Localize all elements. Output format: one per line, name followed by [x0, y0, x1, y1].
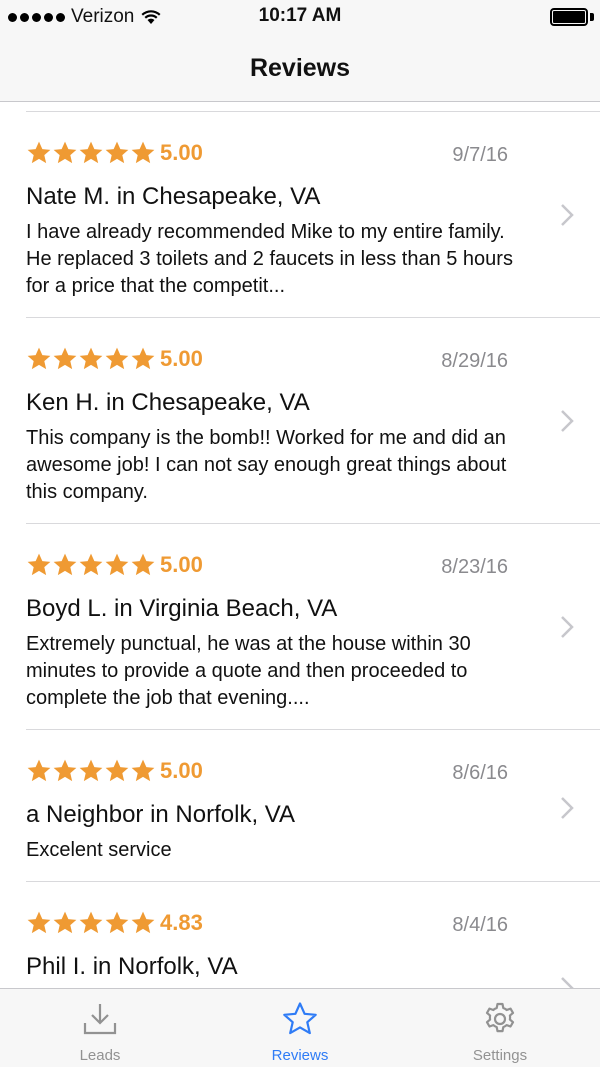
chevron-right-icon	[561, 977, 574, 988]
battery-icon	[550, 8, 588, 26]
star-filled-icon	[79, 347, 103, 370]
star-filled-icon	[53, 347, 77, 370]
rating: 4.83	[26, 910, 203, 936]
review-date: 8/23/16	[441, 556, 508, 578]
star-outline-icon	[283, 1002, 317, 1035]
reviewer-name: Boyd L. in Virginia Beach, VA	[26, 595, 338, 622]
star-rating	[26, 140, 156, 166]
star-rating	[26, 552, 156, 578]
chevron-right-icon	[561, 410, 574, 432]
star-rating	[26, 758, 156, 784]
star-filled-icon	[27, 759, 51, 782]
tab-leads[interactable]: Leads	[0, 989, 200, 1067]
star-filled-icon	[79, 141, 103, 164]
star-filled-icon	[105, 141, 129, 164]
tab-bar: Leads Reviews Settings	[0, 988, 600, 1067]
tab-label: Settings	[472, 1047, 528, 1064]
rating-score: 5.00	[160, 758, 203, 783]
reviewer-name: Nate M. in Chesapeake, VA	[26, 183, 321, 210]
star-filled-icon	[105, 759, 129, 782]
star-filled-icon	[79, 553, 103, 576]
rating-score: 4.83	[160, 910, 203, 935]
rating-score: 5.00	[160, 346, 203, 371]
star-filled-icon	[53, 141, 77, 164]
rating-score: 5.00	[160, 552, 203, 577]
review-date: 8/4/16	[452, 914, 508, 936]
review-row[interactable]: 5.00 9/7/16 Nate M. in Chesapeake, VA I …	[0, 112, 600, 318]
star-rating	[26, 346, 156, 372]
tab-settings[interactable]: Settings	[400, 989, 600, 1067]
star-filled-icon	[131, 759, 155, 782]
rating-score: 5.00	[160, 140, 203, 165]
chevron-right-icon	[561, 204, 574, 226]
rating: 5.00	[26, 552, 203, 578]
review-date: 9/7/16	[452, 144, 508, 166]
review-date: 8/29/16	[441, 350, 508, 372]
star-filled-icon	[79, 911, 103, 934]
star-rating	[26, 910, 156, 936]
rating: 5.00	[26, 346, 203, 372]
star-filled-icon	[105, 911, 129, 934]
navigation-bar: Reviews	[0, 34, 600, 102]
rating: 5.00	[26, 140, 203, 166]
gear-icon	[485, 1002, 515, 1033]
review-row[interactable]: 5.00 8/29/16 Ken H. in Chesapeake, VA Th…	[0, 318, 600, 524]
reviewer-name: a Neighbor in Norfolk, VA	[26, 801, 296, 828]
chevron-right-icon	[561, 616, 574, 638]
star-filled-icon	[27, 911, 51, 934]
reviewer-name: Ken H. in Chesapeake, VA	[26, 389, 310, 416]
review-row[interactable]: 5.00 8/23/16 Boyd L. in Virginia Beach, …	[0, 524, 600, 730]
tab-label: Reviews	[271, 1047, 329, 1064]
status-time: 10:17 AM	[258, 5, 342, 26]
star-filled-icon	[131, 553, 155, 576]
review-text: I have already recommended Mike to my en…	[26, 221, 513, 297]
chevron-right-icon	[561, 797, 574, 819]
tab-label: Leads	[79, 1047, 121, 1064]
status-bar: Verizon 10:17 AM	[0, 0, 600, 34]
star-filled-icon	[105, 553, 129, 576]
tab-reviews[interactable]: Reviews	[200, 989, 400, 1067]
review-row[interactable]: 5.00 8/6/16 a Neighbor in Norfolk, VA Ex…	[0, 730, 600, 882]
reviewer-name: Phil I. in Norfolk, VA	[26, 953, 238, 980]
star-filled-icon	[105, 347, 129, 370]
rating: 5.00	[26, 758, 203, 784]
review-row[interactable]: 4.83 8/4/16 Phil I. in Norfolk, VA	[0, 882, 600, 988]
review-text: This company is the bomb!! Worked for me…	[26, 427, 507, 503]
review-date: 8/6/16	[452, 762, 508, 784]
star-filled-icon	[27, 347, 51, 370]
star-filled-icon	[131, 911, 155, 934]
page-title: Reviews	[249, 54, 351, 82]
star-filled-icon	[53, 553, 77, 576]
star-filled-icon	[27, 141, 51, 164]
reviews-list[interactable]: 5.00 9/7/16 Nate M. in Chesapeake, VA I …	[0, 103, 600, 988]
star-filled-icon	[131, 347, 155, 370]
review-text: Excelent service	[26, 839, 172, 861]
battery-tip	[590, 13, 594, 21]
star-filled-icon	[53, 911, 77, 934]
review-text: Extremely punctual, he was at the house …	[26, 633, 471, 709]
star-filled-icon	[27, 553, 51, 576]
star-filled-icon	[53, 759, 77, 782]
star-filled-icon	[79, 759, 103, 782]
download-tray-icon	[83, 1004, 117, 1035]
star-filled-icon	[131, 141, 155, 164]
